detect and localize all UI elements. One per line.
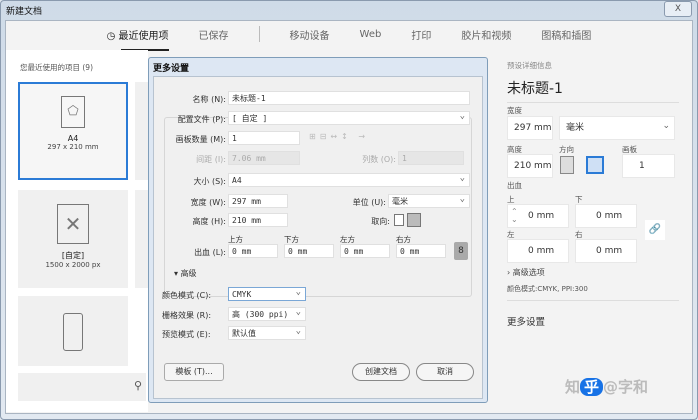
height-input[interactable]: 210 mm: [507, 154, 553, 178]
advanced-toggle[interactable]: ▾ 高级: [174, 268, 197, 279]
item-size: 1500 x 2000 px: [45, 261, 101, 269]
tab-film-video[interactable]: 胶片和视频: [461, 23, 511, 46]
recent-item-mobile[interactable]: [18, 296, 128, 366]
link-icon[interactable]: 🔗: [645, 220, 665, 240]
orientation-label: 方向: [559, 145, 574, 154]
artboards-label: 画板数量 (M):: [175, 135, 226, 144]
bleed-top-input[interactable]: 0 mm: [228, 244, 278, 258]
tab-art-illustration[interactable]: 图稿和插图: [541, 23, 591, 46]
artboards-input[interactable]: 1: [228, 131, 300, 145]
advanced-summary: 颜色模式:CMYK, PPI:300: [507, 285, 588, 293]
color-mode-label: 颜色模式 (C):: [162, 291, 212, 300]
watermark-author: @字和: [603, 378, 649, 396]
more-settings-link[interactable]: 更多设置: [507, 314, 545, 328]
advanced-label: 高级: [180, 269, 197, 278]
height-input[interactable]: 210 mm: [228, 213, 288, 227]
bleed-bottom-input[interactable]: 0 mm: [284, 244, 334, 258]
create-document-button[interactable]: 创建文档: [352, 363, 410, 381]
clock-icon: ◷: [106, 30, 119, 42]
tab-label: 最近使用项: [118, 30, 169, 42]
preset-details-panel: 预设详细信息 未标题-1 宽度 297 mm 毫米 高度 210 mm 方向 画…: [497, 50, 691, 412]
size-select[interactable]: A4: [228, 173, 470, 187]
more-settings-dialog: 更多设置 名称 (N): 未标题-1 配置文件 (P): [ 自定 ] 画板数量…: [148, 57, 488, 403]
search-row[interactable]: ⚲: [18, 373, 146, 401]
preview-label: 预览模式 (E):: [162, 330, 211, 339]
height-label: 高度 (H):: [192, 217, 227, 226]
advanced-options-toggle[interactable]: › 高级选项: [507, 267, 545, 278]
artboard-layout-icons[interactable]: ⊞⊟↔↕ →: [309, 132, 369, 141]
cancel-button[interactable]: 取消: [416, 363, 474, 381]
columns-input: 1: [398, 151, 464, 165]
divider: [507, 300, 679, 301]
units-select[interactable]: 毫米: [388, 194, 470, 208]
watermark-char: 知: [565, 378, 581, 396]
bleed-left-input[interactable]: 0 mm: [507, 239, 569, 263]
item-name: A4: [67, 134, 79, 143]
spacing-label: 间距 (I):: [196, 155, 226, 164]
watermark-badge: 乎: [580, 378, 604, 396]
spinner-icon[interactable]: ⌃ ⌄: [511, 208, 518, 224]
pencil-ruler-doc-icon: ✕: [57, 204, 89, 244]
bleed-label: 出血 (L):: [194, 248, 226, 257]
profile-select[interactable]: [ 自定 ]: [228, 111, 470, 125]
dialog-title: 更多设置: [153, 64, 190, 74]
orientation-label: 取向:: [371, 217, 390, 226]
recent-item-partial[interactable]: [135, 190, 148, 288]
tab-saved[interactable]: 已保存: [199, 23, 229, 46]
search-icon: ⚲: [133, 379, 142, 392]
link-bleed-icon[interactable]: 8: [454, 242, 468, 260]
tab-divider: [258, 26, 260, 42]
units-select[interactable]: 毫米: [559, 115, 675, 140]
width-input[interactable]: 297 mm: [228, 194, 288, 208]
dialog-body: 名称 (N): 未标题-1 配置文件 (P): [ 自定 ] 画板数量 (M):…: [153, 76, 483, 399]
width-label: 宽度 (W):: [190, 198, 226, 207]
raster-label: 栅格效果 (R):: [162, 311, 212, 320]
color-mode-select[interactable]: CMYK: [228, 287, 306, 301]
phone-icon: [63, 313, 83, 351]
portrait-icon[interactable]: [560, 156, 574, 174]
landscape-icon[interactable]: [407, 213, 421, 227]
tab-web[interactable]: Web: [360, 25, 382, 44]
bleed-label: 出血: [507, 181, 522, 190]
width-input[interactable]: 297 mm: [507, 116, 553, 140]
tab-recent[interactable]: ◷ 最近使用项: [106, 23, 169, 51]
advanced-label: 高级选项: [512, 268, 545, 277]
columns-label: 列数 (O):: [362, 155, 396, 164]
units-label: 单位 (U):: [352, 198, 386, 207]
details-heading: 预设详细信息: [507, 61, 552, 70]
window-title: 新建文档: [6, 7, 43, 17]
name-label: 名称 (N):: [192, 95, 226, 104]
landscape-icon[interactable]: [586, 156, 604, 174]
bleed-right-input[interactable]: 0 mm: [575, 239, 637, 263]
tab-mobile[interactable]: 移动设备: [290, 23, 330, 46]
bleed-right-input[interactable]: 0 mm: [396, 244, 446, 258]
portrait-icon[interactable]: [394, 214, 404, 226]
artboards-input[interactable]: 1: [622, 154, 675, 178]
preview-select[interactable]: 默认值: [228, 326, 306, 340]
recent-item-a4[interactable]: ⬠ A4 297 x 210 mm: [18, 82, 128, 180]
templates-button[interactable]: 模板 (T)...: [164, 363, 224, 381]
document-name[interactable]: 未标题-1: [507, 78, 679, 103]
tab-bar: ◷ 最近使用项 已保存 移动设备 Web 打印 胶片和视频 图稿和插图: [5, 20, 693, 51]
profile-label: 配置文件 (P):: [177, 115, 226, 124]
recent-item-partial[interactable]: [135, 82, 148, 180]
name-input[interactable]: 未标题-1: [228, 91, 470, 105]
spacing-input: 7.06 mm: [228, 151, 300, 165]
watermark: 知乎 @字和: [565, 376, 648, 397]
item-size: 297 x 210 mm: [47, 143, 99, 151]
recent-heading: 您最近使用的项目 (9): [20, 63, 94, 72]
raster-select[interactable]: 高 (300 ppi): [228, 307, 306, 321]
bleed-bottom-input[interactable]: 0 mm: [575, 204, 637, 228]
shapes-doc-icon: ⬠: [61, 96, 85, 128]
bleed-left-input[interactable]: 0 mm: [340, 244, 390, 258]
item-name: [自定]: [61, 251, 85, 260]
close-button[interactable]: X: [664, 1, 692, 17]
recent-item-custom[interactable]: ✕ [自定] 1500 x 2000 px: [18, 190, 128, 288]
size-label: 大小 (S):: [193, 177, 226, 186]
tab-print[interactable]: 打印: [411, 23, 431, 46]
width-label: 宽度: [507, 106, 522, 115]
